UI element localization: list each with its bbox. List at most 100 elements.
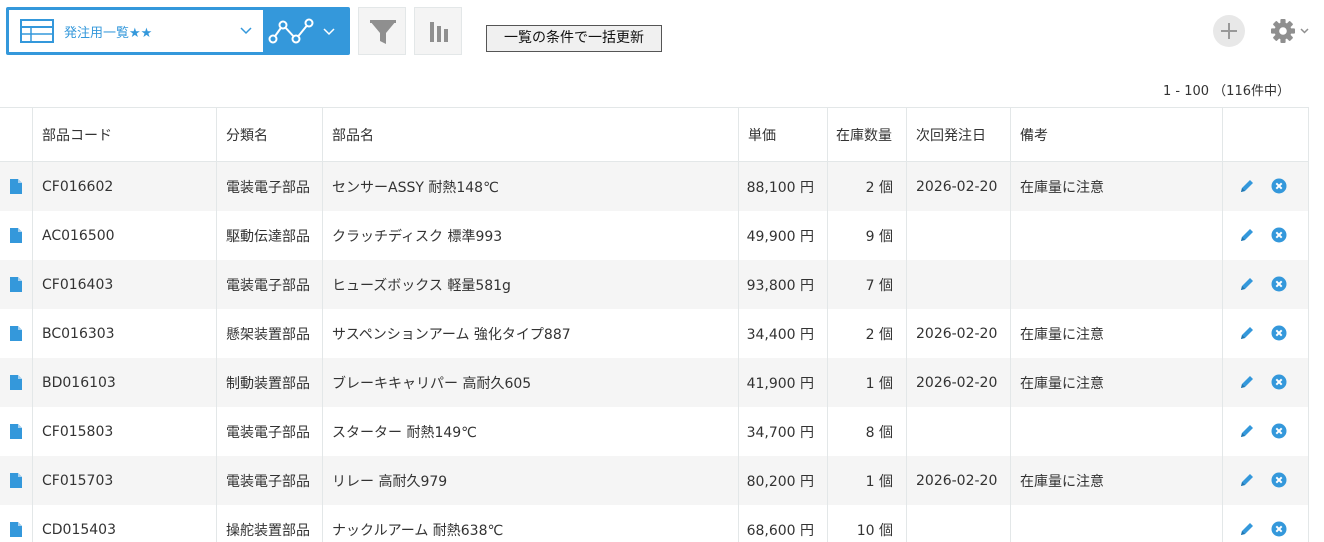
header-spacer <box>1223 108 1309 161</box>
stock-quantity-cell: 8 個 <box>828 407 907 456</box>
category-cell: 電装電子部品 <box>217 162 323 211</box>
document-icon[interactable] <box>10 424 22 439</box>
category-cell: 電装電子部品 <box>217 260 323 309</box>
pencil-icon[interactable] <box>1239 521 1255 537</box>
table-row: CF015803 電装電子部品 スターター 耐熱149℃ 34,700 円 8 … <box>0 407 1309 456</box>
record-detail-cell[interactable] <box>0 260 33 309</box>
record-detail-cell[interactable] <box>0 211 33 260</box>
part-code-cell: CF016602 <box>33 162 217 211</box>
part-code-cell: CF015803 <box>33 407 217 456</box>
close-circle-icon[interactable] <box>1271 521 1287 537</box>
stock-quantity-cell: 10 個 <box>828 505 907 542</box>
row-actions <box>1223 162 1309 211</box>
part-name-cell: ナックルアーム 耐熱638℃ <box>323 505 739 542</box>
view-selector: 発注用一覧★★ <box>6 7 350 55</box>
note-cell: 在庫量に注意 <box>1011 309 1223 358</box>
close-circle-icon[interactable] <box>1271 276 1287 292</box>
column-header[interactable]: 備考 <box>1011 108 1223 161</box>
document-icon[interactable] <box>10 277 22 292</box>
line-graph-icon[interactable] <box>268 15 314 47</box>
next-order-date-cell: 2026-02-20 <box>907 358 1011 407</box>
stock-quantity-cell: 1 個 <box>828 456 907 505</box>
note-cell <box>1011 505 1223 542</box>
part-name-cell: スターター 耐熱149℃ <box>323 407 739 456</box>
table-icon <box>20 19 54 43</box>
filter-button[interactable] <box>358 7 406 55</box>
next-order-date-cell <box>907 211 1011 260</box>
part-name-cell: リレー 高耐久979 <box>323 456 739 505</box>
record-detail-cell[interactable] <box>0 505 33 542</box>
part-code-cell: CD015403 <box>33 505 217 542</box>
view-name: 発注用一覧★★ <box>64 25 153 41</box>
document-icon[interactable] <box>10 375 22 390</box>
pencil-icon[interactable] <box>1239 276 1255 292</box>
note-cell <box>1011 260 1223 309</box>
record-detail-cell[interactable] <box>0 456 33 505</box>
unit-price-cell: 34,400 円 <box>739 309 828 358</box>
view-dropdown[interactable]: 発注用一覧★★ <box>9 10 263 52</box>
next-order-date-cell: 2026-02-20 <box>907 309 1011 358</box>
document-icon[interactable] <box>10 522 22 537</box>
note-cell: 在庫量に注意 <box>1011 358 1223 407</box>
close-circle-icon[interactable] <box>1271 325 1287 341</box>
chevron-down-icon <box>240 27 252 35</box>
add-record-button[interactable] <box>1213 15 1245 47</box>
part-code-cell: CF016403 <box>33 260 217 309</box>
pencil-icon[interactable] <box>1239 472 1255 488</box>
column-header[interactable]: 部品コード <box>33 108 217 161</box>
bulk-update-button[interactable]: 一覧の条件で一括更新 <box>486 25 662 52</box>
category-cell: 制動装置部品 <box>217 358 323 407</box>
unit-price-cell: 34,700 円 <box>739 407 828 456</box>
close-circle-icon[interactable] <box>1271 178 1287 194</box>
row-actions <box>1223 358 1309 407</box>
document-icon[interactable] <box>10 473 22 488</box>
unit-price-cell: 68,600 円 <box>739 505 828 542</box>
pencil-icon[interactable] <box>1239 178 1255 194</box>
column-header[interactable]: 次回発注日 <box>907 108 1011 161</box>
table-row: CF015703 電装電子部品 リレー 高耐久979 80,200 円 1 個 … <box>0 456 1309 505</box>
close-circle-icon[interactable] <box>1271 227 1287 243</box>
column-header[interactable]: 単価 <box>739 108 828 161</box>
table-body: CF016602 電装電子部品 センサーASSY 耐熱148℃ 88,100 円… <box>0 162 1309 542</box>
next-order-date-cell: 2026-02-20 <box>907 456 1011 505</box>
close-circle-icon[interactable] <box>1271 472 1287 488</box>
close-circle-icon[interactable] <box>1271 423 1287 439</box>
table-row: CF016602 電装電子部品 センサーASSY 耐熱148℃ 88,100 円… <box>0 162 1309 211</box>
record-detail-cell[interactable] <box>0 407 33 456</box>
close-circle-icon[interactable] <box>1271 374 1287 390</box>
note-cell <box>1011 211 1223 260</box>
pencil-icon[interactable] <box>1239 374 1255 390</box>
settings-button[interactable] <box>1268 16 1316 46</box>
unit-price-cell: 93,800 円 <box>739 260 828 309</box>
table-row: CF016403 電装電子部品 ヒューズボックス 軽量581g 93,800 円… <box>0 260 1309 309</box>
graph-button[interactable] <box>414 7 462 55</box>
column-header[interactable]: 在庫数量 <box>828 108 907 161</box>
note-cell: 在庫量に注意 <box>1011 162 1223 211</box>
stock-quantity-cell: 7 個 <box>828 260 907 309</box>
table-row: AC016500 駆動伝達部品 クラッチディスク 標準993 49,900 円 … <box>0 211 1309 260</box>
next-order-date-cell: 2026-02-20 <box>907 162 1011 211</box>
gear-icon <box>1271 19 1309 43</box>
pencil-icon[interactable] <box>1239 423 1255 439</box>
next-order-date-cell <box>907 407 1011 456</box>
record-detail-cell[interactable] <box>0 358 33 407</box>
pencil-icon[interactable] <box>1239 325 1255 341</box>
column-header[interactable]: 分類名 <box>217 108 323 161</box>
unit-price-cell: 80,200 円 <box>739 456 828 505</box>
part-code-cell: BC016303 <box>33 309 217 358</box>
document-icon[interactable] <box>10 326 22 341</box>
stock-quantity-cell: 2 個 <box>828 162 907 211</box>
record-detail-cell[interactable] <box>0 309 33 358</box>
note-cell: 在庫量に注意 <box>1011 456 1223 505</box>
next-order-date-cell <box>907 505 1011 542</box>
record-detail-cell[interactable] <box>0 162 33 211</box>
part-name-cell: クラッチディスク 標準993 <box>323 211 739 260</box>
toolbar: 発注用一覧★★ 一覧の条件で一括更新 <box>0 0 1324 70</box>
category-cell: 操舵装置部品 <box>217 505 323 542</box>
column-header[interactable]: 部品名 <box>323 108 739 161</box>
document-icon[interactable] <box>10 179 22 194</box>
pencil-icon[interactable] <box>1239 227 1255 243</box>
chevron-down-icon[interactable] <box>322 25 336 39</box>
chevron-down-icon <box>1300 28 1309 34</box>
document-icon[interactable] <box>10 228 22 243</box>
